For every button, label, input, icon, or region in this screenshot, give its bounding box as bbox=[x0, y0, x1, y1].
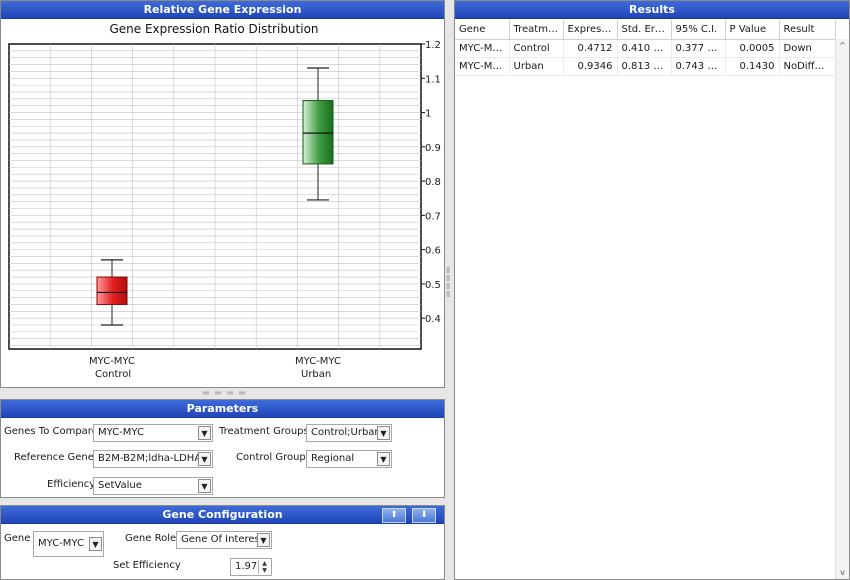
gene-label: Gene bbox=[4, 533, 31, 544]
column-header-expression[interactable]: Expressi... bbox=[563, 20, 618, 40]
treatment-groups-label: Treatment Groups bbox=[219, 426, 309, 437]
column-header-std-error[interactable]: Std. Error bbox=[617, 20, 672, 40]
cell-gene: MYC-MYC bbox=[455, 39, 510, 58]
reference-genes-select[interactable]: B2M-B2M;ldha-LDHA ▼ bbox=[93, 450, 213, 468]
control-group-select[interactable]: Regional ▼ bbox=[306, 450, 392, 468]
box-iqr bbox=[302, 100, 334, 165]
genes-to-compare-select[interactable]: MYC-MYC ▼ bbox=[93, 424, 213, 442]
column-header-p-value[interactable]: P Value bbox=[725, 20, 780, 40]
parameters-panel: Parameters Genes To Compare MYC-MYC ▼ Tr… bbox=[0, 399, 445, 498]
move-up-button[interactable]: ⬆ bbox=[382, 508, 406, 523]
arrow-up-icon: ⬆ bbox=[390, 510, 398, 520]
reference-genes-label: Reference Genes bbox=[14, 452, 100, 463]
cell-ci: 0.743 - 1... bbox=[671, 57, 726, 76]
results-table: Gene Treatme... Expressi... Std. Error 9… bbox=[455, 20, 836, 76]
reference-genes-value: B2M-B2M;ldha-LDHA bbox=[98, 453, 202, 464]
cell-expression: 0.9346 bbox=[563, 57, 618, 76]
results-vertical-scrollbar[interactable]: ^ v bbox=[835, 39, 849, 579]
scroll-up-icon[interactable]: ^ bbox=[836, 41, 849, 50]
y-tick-label: 0.7 bbox=[425, 211, 441, 222]
move-down-button[interactable]: ⬇ bbox=[412, 508, 436, 523]
efficiency-select[interactable]: SetValue ▼ bbox=[93, 477, 213, 495]
chevron-down-icon[interactable]: ▼ bbox=[377, 452, 390, 466]
category-label-treatment: Urban bbox=[301, 369, 331, 380]
expression-boxplot-chart: Gene Expression Ratio Distribution 0.4 0.… bbox=[8, 22, 441, 380]
relative-expression-title: Relative Gene Expression bbox=[1, 1, 444, 19]
gene-role-value: Gene Of Interest bbox=[181, 534, 264, 545]
treatment-groups-value: Control;Urban bbox=[311, 427, 381, 438]
category-label-gene: MYC-MYC bbox=[295, 356, 341, 367]
gene-select[interactable]: MYC-MYC ▼ bbox=[33, 531, 104, 557]
chevron-down-icon[interactable]: ▼ bbox=[198, 452, 211, 466]
treatment-groups-select[interactable]: Control;Urban ▼ bbox=[306, 424, 392, 442]
cell-p-value: 0.1430 bbox=[725, 57, 780, 76]
set-efficiency-label: Set Efficiency bbox=[113, 560, 181, 571]
cell-std-error: 0.813 - 1... bbox=[617, 57, 672, 76]
column-header-treatment[interactable]: Treatme... bbox=[509, 20, 564, 40]
cell-p-value: 0.0005 bbox=[725, 39, 780, 58]
cell-result: NoDiffer... bbox=[779, 57, 836, 76]
cell-treatment: Control bbox=[509, 39, 564, 58]
results-panel: Results Gene Treatme... Expressi... Std.… bbox=[454, 0, 850, 580]
control-group-value: Regional bbox=[311, 453, 355, 464]
cell-std-error: 0.410 - 0... bbox=[617, 39, 672, 58]
set-efficiency-value: 1.97 bbox=[235, 561, 258, 572]
chart-title: Gene Expression Ratio Distribution bbox=[109, 22, 318, 36]
chevron-down-icon[interactable]: ▼ bbox=[198, 479, 211, 493]
chevron-down-icon[interactable]: ▼ bbox=[89, 537, 102, 551]
y-tick-label: 0.8 bbox=[425, 177, 441, 188]
stepper-arrows-icon[interactable]: ▲ ▼ bbox=[258, 560, 270, 574]
cell-expression: 0.4712 bbox=[563, 39, 618, 58]
column-header-gene[interactable]: Gene bbox=[455, 20, 510, 40]
y-tick-label: 1.2 bbox=[425, 40, 441, 51]
arrow-down-icon: ⬇ bbox=[420, 510, 428, 520]
genes-to-compare-label: Genes To Compare bbox=[4, 426, 98, 437]
cell-ci: 0.377 - 0... bbox=[671, 39, 726, 58]
box-iqr bbox=[96, 276, 128, 305]
efficiency-value: SetValue bbox=[98, 480, 142, 491]
y-tick-label: 1 bbox=[425, 109, 431, 120]
vertical-splitter-grip[interactable]: ▮ ▮ ▮ ▮ bbox=[446, 266, 451, 298]
chevron-down-icon[interactable]: ▼ bbox=[377, 426, 390, 440]
cell-gene: MYC-MYC bbox=[455, 57, 510, 76]
relative-expression-panel: Relative Gene Expression Gene Expression… bbox=[0, 0, 445, 388]
scroll-down-icon[interactable]: v bbox=[836, 568, 849, 577]
cell-result: Down bbox=[779, 39, 836, 58]
results-title: Results bbox=[455, 1, 849, 19]
chart-area: Gene Expression Ratio Distribution 0.4 0.… bbox=[1, 19, 444, 387]
gene-role-label: Gene Role bbox=[125, 533, 177, 544]
chevron-down-icon[interactable]: ▼ bbox=[257, 533, 270, 547]
category-label-gene: MYC-MYC bbox=[89, 356, 135, 367]
category-label-treatment: Control bbox=[95, 369, 131, 380]
horizontal-splitter-grip[interactable]: ▬ ▬ ▬ ▬ bbox=[202, 388, 247, 397]
parameters-title: Parameters bbox=[1, 400, 444, 418]
gene-configuration-title: Gene Configuration bbox=[1, 506, 444, 524]
gene-role-select[interactable]: Gene Of Interest ▼ bbox=[176, 531, 272, 549]
set-efficiency-spinner[interactable]: 1.97 ▲ ▼ bbox=[230, 558, 272, 576]
chevron-down-icon[interactable]: ▼ bbox=[198, 426, 211, 440]
results-header-row: Gene Treatme... Expressi... Std. Error 9… bbox=[455, 20, 836, 40]
gene-configuration-panel: Gene Configuration ⬆ ⬇ Gene MYC-MYC ▼ Ge… bbox=[0, 505, 445, 580]
y-tick-label: 1.1 bbox=[425, 74, 441, 85]
y-tick-label: 0.9 bbox=[425, 143, 441, 154]
control-group-label: Control Group bbox=[236, 452, 306, 463]
column-header-ci[interactable]: 95% C.I. bbox=[671, 20, 726, 40]
results-table-wrap: Gene Treatme... Expressi... Std. Error 9… bbox=[455, 20, 836, 76]
y-tick-label: 0.4 bbox=[425, 314, 441, 325]
gene-value: MYC-MYC bbox=[38, 538, 84, 549]
genes-to-compare-value: MYC-MYC bbox=[98, 427, 144, 438]
table-row[interactable]: MYC-MYC Urban 0.9346 0.813 - 1... 0.743 … bbox=[455, 57, 836, 76]
y-tick-label: 0.6 bbox=[425, 246, 441, 257]
column-header-result[interactable]: Result bbox=[779, 20, 836, 40]
efficiency-label: Efficiency bbox=[47, 479, 96, 490]
cell-treatment: Urban bbox=[509, 57, 564, 76]
table-row[interactable]: MYC-MYC Control 0.4712 0.410 - 0... 0.37… bbox=[455, 39, 836, 58]
y-tick-label: 0.5 bbox=[425, 280, 441, 291]
